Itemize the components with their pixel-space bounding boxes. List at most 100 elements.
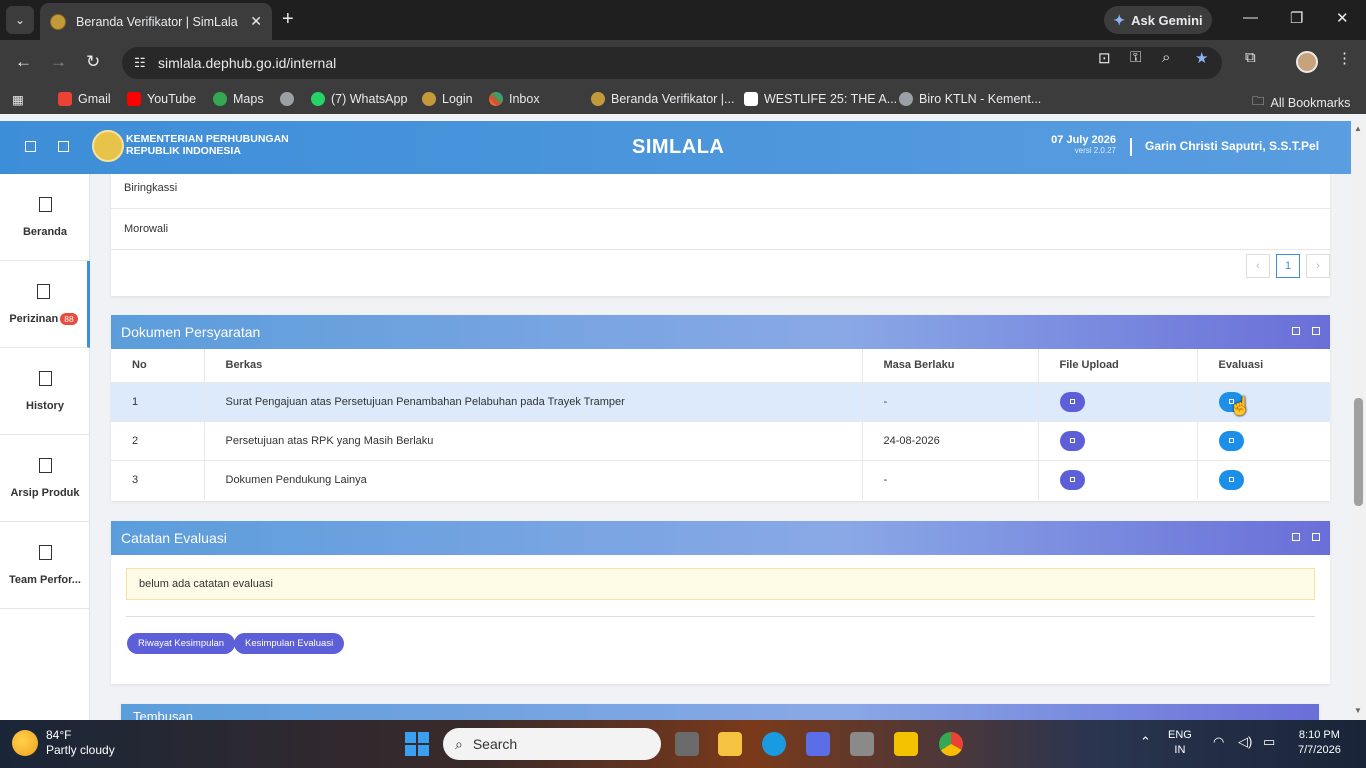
folder-icon: 🗀 (1252, 94, 1265, 108)
tab-search-button[interactable]: ⌄ (6, 6, 34, 34)
apps-grid-icon[interactable]: ▦ (12, 92, 24, 107)
user-name[interactable]: Garin Christi Saputri, S.S.T.Pel (1145, 139, 1319, 153)
bookmark-maps[interactable]: Maps (213, 92, 264, 106)
install-app-icon[interactable]: ⊡ (1098, 49, 1111, 67)
taskbar-search[interactable]: ⌕ Search (443, 728, 661, 760)
kesimpulan-evaluasi-button[interactable]: Kesimpulan Evaluasi (234, 633, 345, 654)
row-berkas: Persetujuan atas RPK yang Masih Berlaku (204, 420, 863, 460)
close-tab-icon[interactable]: ✕ (250, 13, 262, 30)
sidebar-item-beranda[interactable]: Beranda (0, 174, 90, 261)
bookmark-inbox[interactable]: Inbox (489, 92, 540, 106)
expand-icon[interactable] (1312, 533, 1320, 541)
row-berkas: Surat Pengajuan atas Persetujuan Penamba… (204, 381, 863, 421)
clock[interactable]: 8:10 PM 7/7/2026 (1298, 728, 1341, 758)
weather-widget[interactable]: 84°F Partly cloudy (12, 728, 115, 758)
copilot-icon[interactable] (806, 732, 830, 756)
chrome-icon[interactable] (939, 732, 963, 756)
view-file-button[interactable] (1059, 391, 1085, 412)
history-icon (38, 370, 52, 386)
card-title: Dokumen Persyaratan (121, 324, 261, 340)
bookmark-whatsapp[interactable]: (7) WhatsApp (311, 92, 407, 106)
file-icon (1069, 438, 1075, 443)
sidebar-item-perizinan[interactable]: Perizinan 88 (0, 261, 90, 348)
home-icon (38, 196, 52, 212)
wifi-icon[interactable]: ◠ (1213, 734, 1224, 749)
youtube-icon (127, 92, 141, 106)
ministry-icon (591, 92, 605, 106)
archive-icon (38, 457, 52, 473)
bookmark-star-icon[interactable]: ★ (1195, 49, 1208, 67)
browser-tab[interactable]: Beranda Verifikator | SimLala ✕ (40, 3, 272, 40)
back-icon[interactable]: ← (15, 53, 32, 71)
menu-kebab-icon[interactable]: ⋮ (1337, 49, 1352, 67)
riwayat-kesimpulan-button[interactable]: Riwayat Kesimpulan (127, 633, 236, 654)
pager-page-button[interactable]: 1 (1276, 254, 1300, 278)
edge-icon[interactable] (762, 732, 786, 756)
pager-next-button[interactable]: › (1306, 254, 1330, 278)
collapse-icon[interactable] (1292, 533, 1300, 541)
row-masa-berlaku: 24-08-2026 (862, 420, 1039, 460)
evaluate-button[interactable] (1218, 430, 1244, 451)
page-scrollbar[interactable]: ▲ ▼ (1351, 121, 1366, 720)
menu-toggle-icon[interactable] (25, 141, 36, 152)
sidebar-item-arsip-produk[interactable]: Arsip Produk (0, 435, 90, 522)
fullscreen-icon[interactable] (58, 141, 69, 152)
header-divider (1130, 138, 1132, 156)
minimize-icon[interactable]: — (1243, 9, 1258, 26)
pager-prev-button[interactable]: ‹ (1246, 254, 1270, 278)
new-tab-button[interactable]: + (282, 8, 294, 30)
sticky-notes-icon[interactable] (894, 732, 918, 756)
scroll-up-icon[interactable]: ▲ (1354, 124, 1362, 133)
ask-gemini-button[interactable]: ✦ Ask Gemini (1104, 6, 1212, 34)
bookmark-globe[interactable] (280, 92, 294, 106)
bookmark-beranda[interactable]: Beranda Verifikator |... (591, 92, 734, 106)
collapse-icon[interactable] (1292, 327, 1300, 335)
bookmark-login[interactable]: Login (422, 92, 473, 106)
scrollbar-thumb[interactable] (1354, 398, 1363, 506)
reload-icon[interactable]: ↻ (86, 53, 100, 71)
expand-icon[interactable] (1312, 327, 1320, 335)
evaluate-button[interactable] (1218, 469, 1244, 490)
address-bar[interactable]: ☷ simlala.dephub.go.id/internal (122, 47, 1222, 79)
site-info-icon[interactable]: ☷ (134, 55, 146, 71)
file-upload-cell (1038, 381, 1198, 421)
sidebar-item-history[interactable]: History (0, 348, 90, 435)
row-no: 1 (111, 381, 205, 421)
zoom-icon[interactable]: ⌕ (1162, 49, 1170, 66)
catatan-evaluasi-card: Catatan Evaluasi belum ada catatan evalu… (111, 521, 1330, 684)
scroll-down-icon[interactable]: ▼ (1354, 706, 1362, 715)
partly-cloudy-icon (12, 730, 38, 756)
language-indicator[interactable]: ENG IN (1168, 728, 1192, 758)
whatsapp-icon (311, 92, 325, 106)
file-explorer-icon[interactable] (718, 732, 742, 756)
profile-avatar[interactable] (1296, 51, 1318, 73)
password-key-icon[interactable]: ⚿ (1130, 49, 1141, 66)
windows-start-icon[interactable] (405, 732, 429, 756)
windows-taskbar: 84°F Partly cloudy ⌕ Search ⌃ ENG IN ◠ ◁) … (0, 720, 1366, 768)
volume-icon[interactable]: ◁) (1238, 734, 1252, 749)
show-hidden-icons[interactable]: ⌃ (1140, 734, 1151, 749)
extensions-icon[interactable]: ⧉ (1245, 49, 1256, 66)
column-header: Masa Berlaku (862, 349, 1039, 382)
maximize-icon[interactable]: ❐ (1290, 9, 1303, 27)
bookmark-biro-ktln[interactable]: Biro KTLN - Kement... (899, 92, 1041, 106)
file-icon (1069, 399, 1075, 404)
forward-icon[interactable]: → (50, 53, 67, 71)
divider (126, 616, 1315, 617)
card-header: Tembusan (121, 704, 1319, 720)
view-file-button[interactable] (1059, 469, 1085, 490)
app-header: KEMENTERIAN PERHUBUNGAN REPUBLIK INDONES… (0, 121, 1351, 174)
table-row: 2 Persetujuan atas RPK yang Masih Berlak… (111, 420, 1330, 460)
view-file-button[interactable] (1059, 430, 1085, 451)
task-view-icon[interactable] (675, 732, 699, 756)
close-window-icon[interactable]: ✕ (1336, 9, 1349, 27)
bookmark-youtube[interactable]: YouTube (127, 92, 196, 106)
bookmark-gmail[interactable]: Gmail (58, 92, 111, 106)
bookmark-westlife[interactable]: WESTLIFE 25: THE A... (744, 92, 897, 106)
camera-icon[interactable] (850, 732, 874, 756)
sidebar-item-team-performance[interactable]: Team Perfor... (0, 522, 90, 609)
row-masa-berlaku: - (862, 459, 1039, 499)
all-bookmarks[interactable]: 🗀 All Bookmarks (1252, 92, 1350, 113)
battery-icon[interactable]: ▭ (1263, 734, 1275, 749)
app-version: versi 2.0.27 (1074, 146, 1116, 155)
